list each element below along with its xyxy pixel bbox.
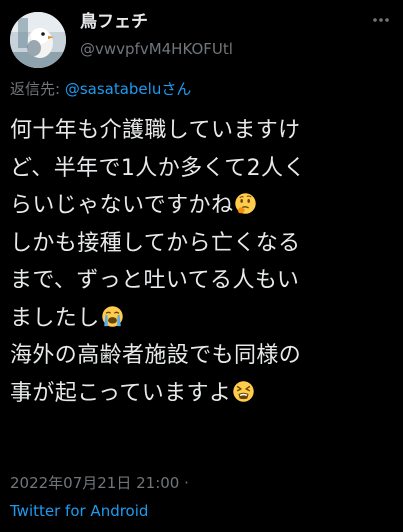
tweet-line: しかも接種してから亡くなる [10,230,301,256]
user-handle[interactable]: @vwvpfvM4HKOFUtl [80,36,370,62]
avatar-image [10,12,66,68]
meta-separator: · [179,474,189,492]
timestamp[interactable]: 2022年07月21日 21:00 [10,474,179,492]
tweet-line-with-emoji: ましたし [10,300,400,338]
tweet-meta: 2022年07月21日 21:00 · [10,473,189,493]
tweet-line-text: ましたし [10,305,100,331]
tweet-body: 何十年も介護職していますけ ど、半年で1人か多くて2人く らいじゃないですかね … [10,112,400,412]
display-name[interactable]: 鳥フェチ [80,10,370,34]
reply-prefix: 返信先: [10,80,65,98]
tweet-line: まで、ずっと吐いてる人もい [10,268,300,293]
tweet-line-with-emoji: らいじゃないですかね [10,187,400,225]
tweet-header: 鳥フェチ @vwvpfvM4HKOFUtl [10,6,393,68]
tired-face-icon [233,380,255,402]
more-options-icon[interactable] [371,10,391,30]
tweet-source-link[interactable]: Twitter for Android [10,500,148,522]
tweet-line-with-emoji: 事が起こっていますよ [10,375,400,413]
thinking-face-icon [235,193,257,214]
tweet: 鳥フェチ @vwvpfvM4HKOFUtl 返信先: @sasatabeluさん… [0,0,403,532]
reply-mention-link[interactable]: @sasatabelu [65,80,162,98]
reply-suffix: さん [161,80,192,98]
tweet-line: ど、半年で1人か多くて2人く [10,155,306,181]
tweet-line-text: 事が起こっていますよ [10,380,232,406]
reply-to: 返信先: @sasatabeluさん [10,78,191,100]
avatar[interactable] [10,12,66,68]
tweet-line: 何十年も介護職していますけ [10,118,301,143]
tweet-line-text: らいじゃないですかね [10,193,234,218]
loudly-crying-face-icon [101,305,123,327]
tweet-line: 海外の高齢者施設でも同様の [10,343,302,368]
user-block: 鳥フェチ @vwvpfvM4HKOFUtl [80,10,370,62]
